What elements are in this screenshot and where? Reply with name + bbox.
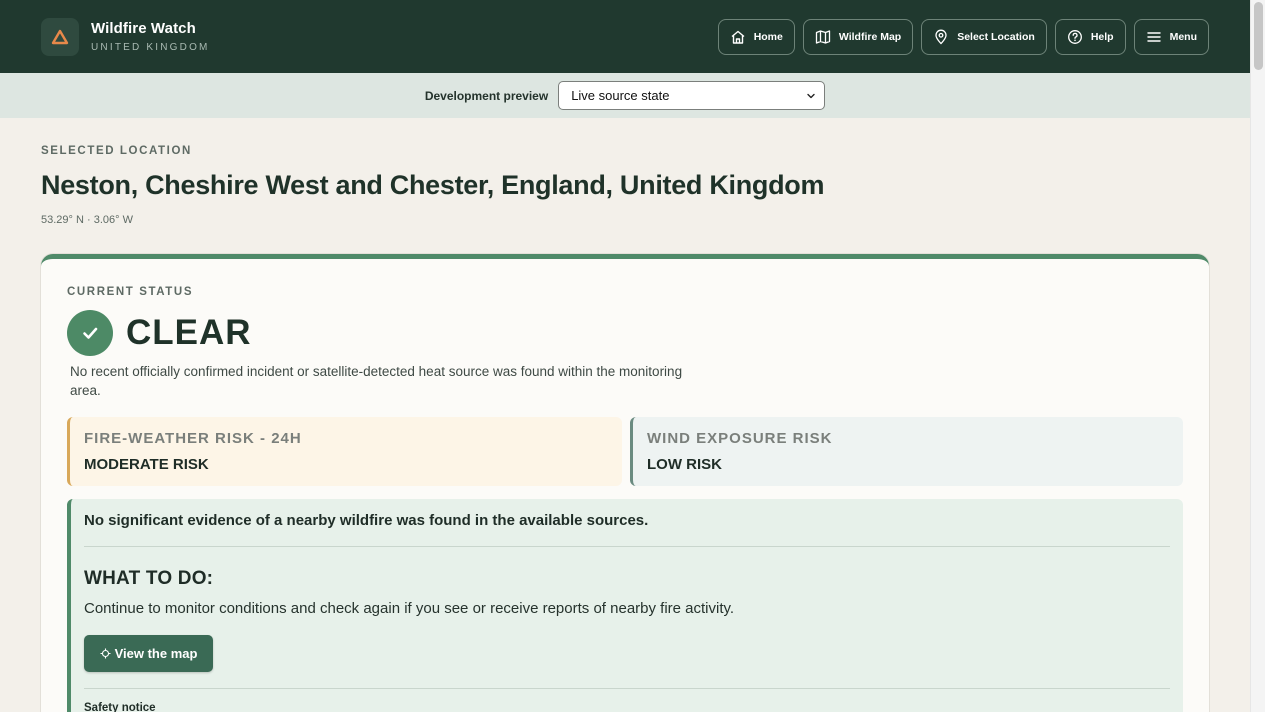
source-state-select[interactable]: Live source state [558, 81, 826, 110]
brand[interactable]: Wildfire Watch UNITED KINGDOM [41, 17, 210, 56]
current-status-card: CURRENT STATUS CLEAR No recent officiall… [41, 254, 1209, 712]
selected-location-section: SELECTED LOCATION Neston, Cheshire West … [0, 118, 1250, 226]
wind-exposure-risk-label: WIND EXPOSURE RISK [647, 430, 833, 447]
map-icon [815, 29, 831, 44]
nav-menu-button[interactable]: Menu [1133, 18, 1209, 55]
divider [84, 546, 1170, 547]
help-icon [1067, 29, 1082, 44]
fire-weather-risk-value: MODERATE RISK [84, 456, 209, 473]
nav-wildfire-map-label: Wildfire Map [838, 30, 902, 43]
vertical-scrollbar[interactable] [1250, 0, 1265, 712]
scrollbar-thumb[interactable] [1254, 2, 1263, 70]
selected-location-eyebrow: SELECTED LOCATION [41, 145, 192, 157]
development-preview-label: Development preview [424, 88, 549, 103]
brand-title: Wildfire Watch [91, 20, 196, 37]
nav-menu-label: Menu [1169, 30, 1197, 43]
what-to-do-heading: WHAT TO DO: [84, 568, 214, 589]
top-navigation-bar: Wildfire Watch UNITED KINGDOM Home Wildf… [0, 0, 1250, 73]
view-map-button[interactable]: View the map [84, 635, 213, 672]
location-coordinates: 53.29° N · 3.06° W [41, 214, 133, 226]
wildfire-logo-icon [41, 17, 79, 56]
chevron-down-icon [807, 93, 815, 98]
nav-select-location-button[interactable]: Select Location [921, 18, 1047, 55]
nav-wildfire-map-button[interactable]: Wildfire Map [802, 18, 914, 55]
wind-exposure-risk-panel: WIND EXPOSURE RISK LOW RISK [630, 417, 1183, 486]
page: Wildfire Watch UNITED KINGDOM Home Wildf… [0, 0, 1250, 712]
menu-icon [1146, 31, 1161, 42]
brand-subtitle: UNITED KINGDOM [91, 42, 210, 53]
development-preview-bar: Development preview Live source state [0, 73, 1250, 118]
nav-help-label: Help [1090, 30, 1114, 43]
fire-weather-risk-label: FIRE-WEATHER RISK - 24H [84, 430, 302, 447]
status-word: CLEAR [126, 313, 252, 352]
main-nav: Home Wildfire Map Select Location Help M… [717, 18, 1209, 55]
home-icon [731, 30, 745, 44]
checkmark-icon [67, 310, 113, 356]
view-map-label: View the map [114, 646, 198, 661]
source-state-selected-value: Live source state [571, 88, 670, 103]
wind-exposure-risk-value: LOW RISK [647, 456, 722, 473]
location-pin-icon [935, 29, 947, 44]
status-description: No recent officially confirmed incident … [70, 364, 683, 398]
status-row: CLEAR [67, 310, 1183, 356]
nav-help-button[interactable]: Help [1054, 18, 1126, 55]
divider [84, 688, 1170, 689]
what-to-do-text: Continue to monitor conditions and check… [84, 600, 735, 617]
current-status-eyebrow: CURRENT STATUS [67, 286, 194, 298]
nav-select-location-label: Select Location [957, 30, 1035, 43]
fire-weather-risk-panel: FIRE-WEATHER RISK - 24H MODERATE RISK [67, 417, 622, 486]
crosshair-icon [100, 648, 111, 659]
advice-headline: No significant evidence of a nearby wild… [84, 512, 649, 529]
safety-notice-heading: Safety notice [84, 702, 156, 712]
location-title: Neston, Cheshire West and Chester, Engla… [41, 170, 825, 200]
nav-home-label: Home [753, 30, 783, 43]
risk-row: FIRE-WEATHER RISK - 24H MODERATE RISK WI… [67, 417, 1183, 486]
advice-panel: No significant evidence of a nearby wild… [67, 499, 1183, 712]
nav-home-button[interactable]: Home [717, 18, 795, 55]
